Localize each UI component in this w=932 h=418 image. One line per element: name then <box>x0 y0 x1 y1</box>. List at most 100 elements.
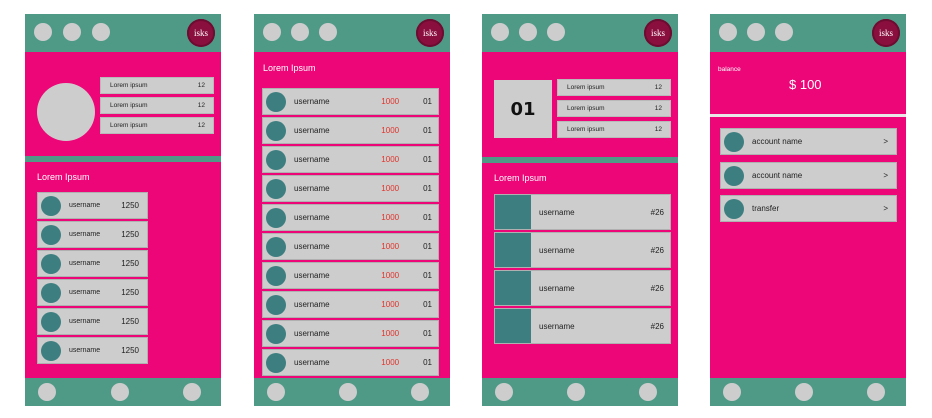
top-dot-1[interactable] <box>263 23 281 41</box>
points: 1000 <box>381 155 400 164</box>
info-label: Lorem ipsum <box>567 105 605 112</box>
user-avatar-icon <box>266 265 286 286</box>
rank: 01 <box>423 155 432 164</box>
username: username <box>69 260 101 267</box>
info-value: 12 <box>654 126 662 133</box>
username: username <box>539 321 575 331</box>
section-title: Lorem Ipsum <box>494 173 547 183</box>
nav-dot-3[interactable] <box>639 383 657 401</box>
user-image <box>495 195 531 229</box>
points: 1000 <box>381 242 400 251</box>
bottom-nav <box>710 378 906 406</box>
top-dot-3[interactable] <box>775 23 793 41</box>
username: username <box>294 184 330 193</box>
points: 1000 <box>381 329 400 338</box>
top-dot-3[interactable] <box>547 23 565 41</box>
rank: 01 <box>423 126 432 135</box>
user-avatar-icon <box>41 224 61 245</box>
username: username <box>294 358 330 367</box>
profile-avatar[interactable] <box>37 83 95 141</box>
username: username <box>69 318 101 325</box>
points: 1000 <box>381 184 400 193</box>
tag: #26 <box>650 207 664 217</box>
list-item[interactable]: username #26 <box>494 232 671 268</box>
list-item[interactable]: username 1250 <box>37 308 148 335</box>
top-dot-2[interactable] <box>747 23 765 41</box>
username: username <box>539 245 575 255</box>
logo[interactable]: isks <box>187 19 215 47</box>
score: 1250 <box>121 259 139 268</box>
list-item[interactable]: username 1000 01 <box>262 146 439 173</box>
list-item[interactable]: username 1000 01 <box>262 117 439 144</box>
list-item[interactable]: username 1000 01 <box>262 349 439 376</box>
list-item[interactable]: username #26 <box>494 194 671 230</box>
top-dot-1[interactable] <box>491 23 509 41</box>
score: 1250 <box>121 317 139 326</box>
info-value: 12 <box>197 122 205 129</box>
nav-dot-3[interactable] <box>411 383 429 401</box>
info-row: Lorem ipsum 12 <box>557 100 671 117</box>
top-dot-2[interactable] <box>63 23 81 41</box>
screen-wallet: isks balance $ 100 account name > account… <box>710 14 906 406</box>
list-item[interactable]: username #26 <box>494 270 671 306</box>
points: 1000 <box>381 300 400 309</box>
info-value: 12 <box>197 102 205 109</box>
points: 1000 <box>381 213 400 222</box>
chevron-right-icon: > <box>883 171 888 180</box>
nav-dot-1[interactable] <box>38 383 56 401</box>
username: username <box>69 289 101 296</box>
nav-dot-1[interactable] <box>495 383 513 401</box>
list-item[interactable]: username 1000 01 <box>262 88 439 115</box>
username: username <box>69 202 101 209</box>
top-dot-1[interactable] <box>34 23 52 41</box>
screen-rank: isks 01 Lorem ipsum 12 Lorem ipsum 12 Lore… <box>482 14 678 406</box>
nav-dot-2[interactable] <box>567 383 585 401</box>
list-item[interactable]: username 1250 <box>37 337 148 364</box>
list-item[interactable]: username 1250 <box>37 221 148 248</box>
points: 1000 <box>381 358 400 367</box>
top-dot-2[interactable] <box>519 23 537 41</box>
nav-dot-2[interactable] <box>795 383 813 401</box>
top-dot-1[interactable] <box>719 23 737 41</box>
top-dot-3[interactable] <box>319 23 337 41</box>
account-icon <box>724 165 744 186</box>
username: username <box>294 300 330 309</box>
list-item[interactable]: username 1250 <box>37 279 148 306</box>
score: 1250 <box>121 346 139 355</box>
bottom-nav <box>482 378 678 406</box>
menu-label: account name <box>752 137 803 146</box>
balance-value: $ 100 <box>789 77 822 92</box>
top-bar: isks <box>25 14 221 52</box>
username: username <box>294 97 330 106</box>
nav-dot-2[interactable] <box>339 383 357 401</box>
nav-dot-3[interactable] <box>183 383 201 401</box>
list-item[interactable]: username 1250 <box>37 192 148 219</box>
nav-dot-3[interactable] <box>867 383 885 401</box>
nav-dot-2[interactable] <box>111 383 129 401</box>
list-item[interactable]: username 1000 01 <box>262 320 439 347</box>
logo[interactable]: isks <box>872 19 900 47</box>
logo[interactable]: isks <box>416 19 444 47</box>
info-label: Lorem ipsum <box>110 102 148 109</box>
info-label: Lorem ipsum <box>110 82 148 89</box>
logo[interactable]: isks <box>644 19 672 47</box>
menu-item-account[interactable]: account name > <box>720 128 897 155</box>
username: username <box>294 242 330 251</box>
top-dot-2[interactable] <box>291 23 309 41</box>
nav-dot-1[interactable] <box>267 383 285 401</box>
chevron-right-icon: > <box>883 137 888 146</box>
list-item[interactable]: username #26 <box>494 308 671 344</box>
list-item[interactable]: username 1000 01 <box>262 204 439 231</box>
list-item[interactable]: username 1000 01 <box>262 175 439 202</box>
info-value: 12 <box>654 84 662 91</box>
top-bar: isks <box>482 14 678 52</box>
list-item[interactable]: username 1000 01 <box>262 233 439 260</box>
list-item[interactable]: username 1250 <box>37 250 148 277</box>
top-dot-3[interactable] <box>92 23 110 41</box>
user-avatar-icon <box>266 207 286 228</box>
menu-item-account[interactable]: account name > <box>720 162 897 189</box>
nav-dot-1[interactable] <box>723 383 741 401</box>
list-item[interactable]: username 1000 01 <box>262 262 439 289</box>
menu-item-transfer[interactable]: transfer > <box>720 195 897 222</box>
list-item[interactable]: username 1000 01 <box>262 291 439 318</box>
